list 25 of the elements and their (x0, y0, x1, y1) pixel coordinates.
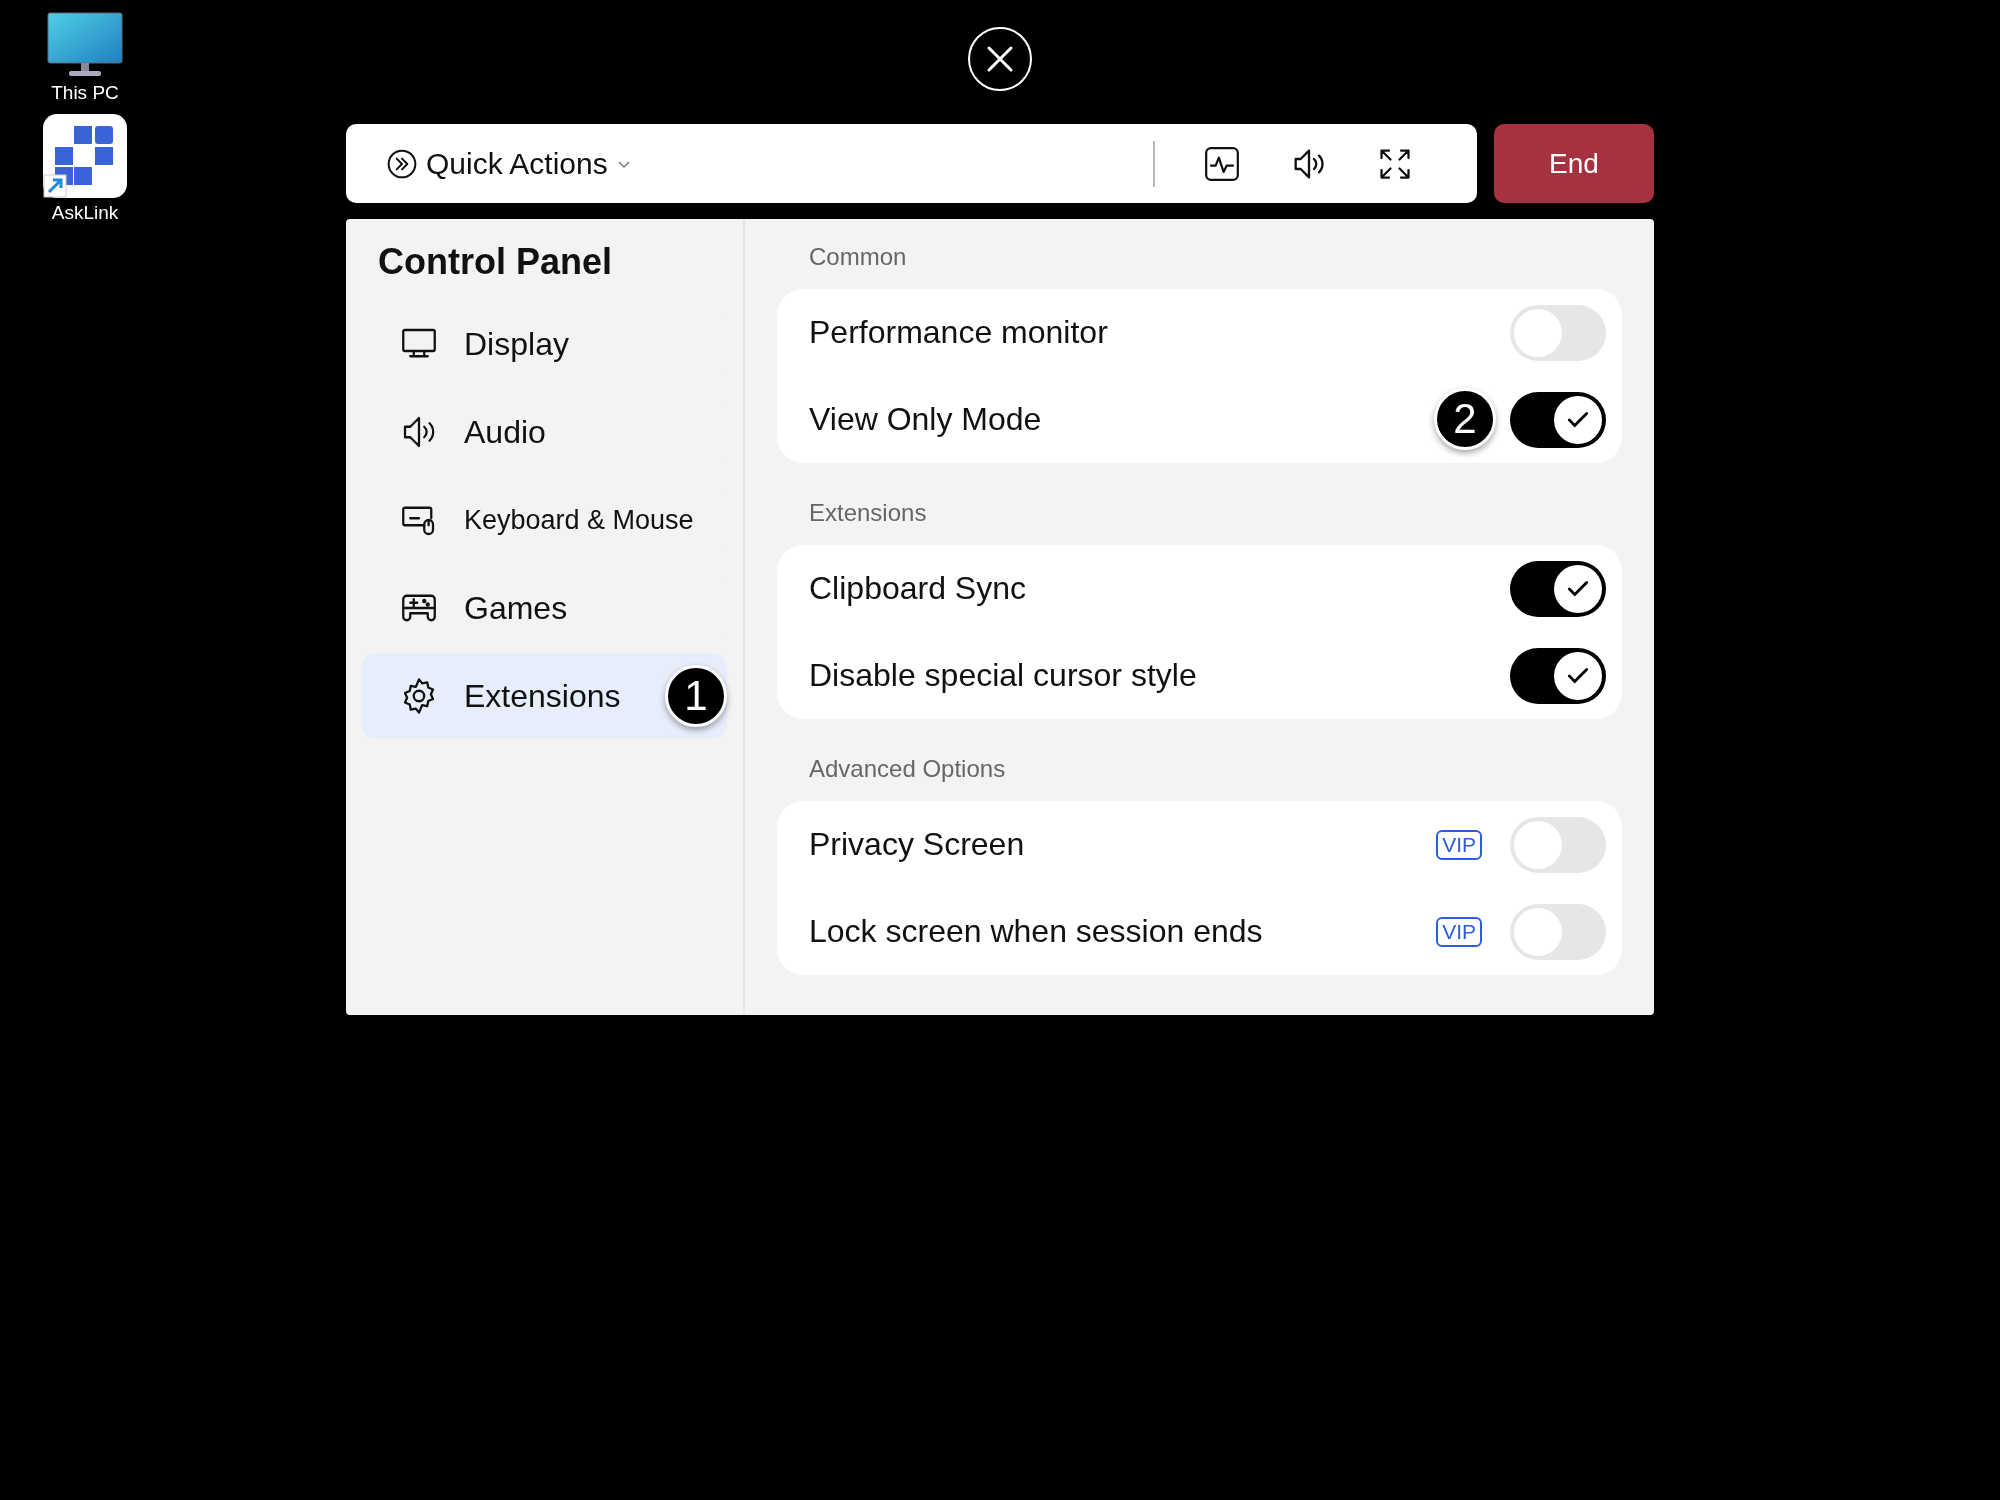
vip-badge: VIP (1436, 916, 1482, 947)
panel-title: Control Panel (378, 241, 614, 283)
desktop-icon-label[interactable]: AskLink (51, 202, 119, 224)
step-marker: 2 (1434, 388, 1496, 450)
sidebar-item[interactable]: Extensions 1 (362, 653, 727, 739)
vip-badge: VIP (1436, 829, 1482, 860)
double-chevron-icon (386, 147, 418, 180)
end-button[interactable]: End (1494, 124, 1654, 203)
step-marker: 1 (665, 665, 727, 727)
setting-label: Disable special cursor style (809, 657, 1197, 694)
section-title: Advanced Options (809, 755, 1006, 783)
section-title: Common (809, 243, 907, 271)
section-title: Extensions (809, 499, 927, 527)
setting-label: Privacy Screen (809, 826, 1025, 863)
setting-label: Lock screen when session ends (809, 913, 1263, 950)
close-icon (985, 44, 1015, 74)
close-button[interactable] (968, 27, 1032, 91)
setting-label: Performance monitor (809, 314, 1108, 351)
app-logo-icon (43, 114, 127, 198)
setting-label: View Only Mode (809, 401, 1042, 438)
quick-actions-button[interactable]: Quick Actions (386, 146, 632, 181)
desktop-icon-label[interactable]: This PC (51, 82, 119, 104)
pulse-icon (1203, 144, 1241, 183)
computer-icon (47, 12, 123, 78)
setting-label: Clipboard Sync (809, 570, 1026, 607)
